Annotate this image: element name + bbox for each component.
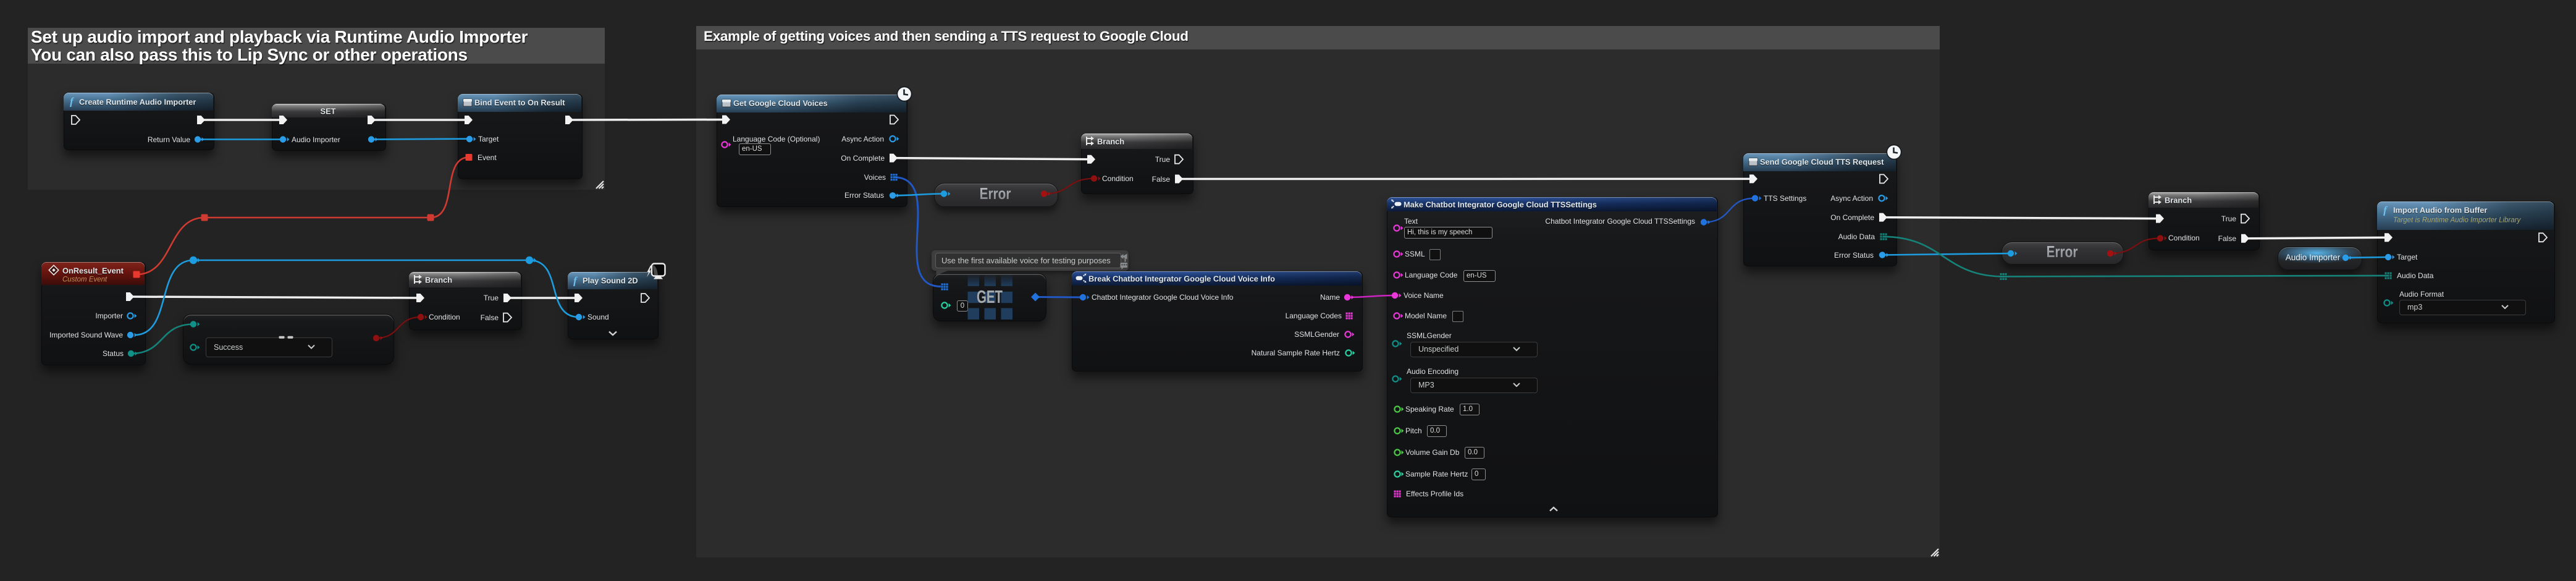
svg-text:f: f [70,96,75,108]
svg-text:GET: GET [977,287,1003,307]
svg-text:f: f [2383,205,2388,216]
svg-text:f: f [573,275,578,287]
